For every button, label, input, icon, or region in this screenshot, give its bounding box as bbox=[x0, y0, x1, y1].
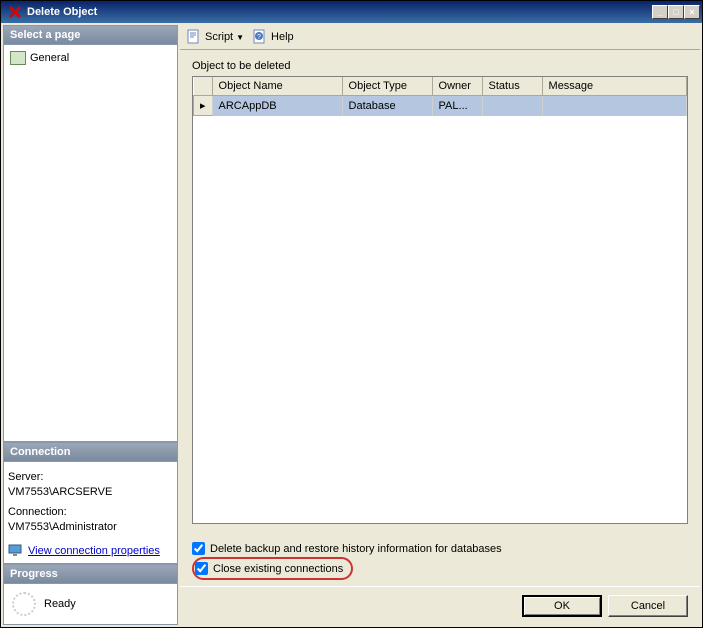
script-label: Script bbox=[205, 31, 233, 43]
maximize-button[interactable]: □ bbox=[668, 5, 684, 19]
window-title: Delete Object bbox=[27, 6, 652, 18]
col-object-name[interactable]: Object Name bbox=[212, 77, 342, 96]
help-icon: ? bbox=[252, 29, 268, 45]
row-indicator: ▸ bbox=[194, 96, 213, 116]
close-connections-label: Close existing connections bbox=[213, 563, 343, 575]
close-button[interactable]: × bbox=[684, 5, 700, 19]
object-grid[interactable]: Object Name Object Type Owner Status Mes… bbox=[192, 76, 688, 524]
progress-status: Ready bbox=[44, 598, 76, 610]
help-button[interactable]: ? Help bbox=[252, 29, 294, 45]
toolbar: Script ▼ ? Help bbox=[180, 25, 700, 50]
cell-status bbox=[482, 96, 542, 116]
col-message[interactable]: Message bbox=[542, 77, 686, 96]
cell-object-type: Database bbox=[342, 96, 432, 116]
server-value: VM7553\ARCSERVE bbox=[8, 485, 173, 500]
pages-header: Select a page bbox=[3, 25, 178, 45]
sidebar-item-general[interactable]: General bbox=[8, 49, 173, 67]
script-icon bbox=[186, 29, 202, 45]
svg-text:?: ? bbox=[257, 34, 261, 41]
cancel-button[interactable]: Cancel bbox=[608, 595, 688, 617]
link-text: View connection properties bbox=[28, 544, 160, 559]
col-object-type[interactable]: Object Type bbox=[342, 77, 432, 96]
cell-owner: PAL... bbox=[432, 96, 482, 116]
cell-message bbox=[542, 96, 686, 116]
delete-object-dialog: Delete Object _ □ × Select a page Genera… bbox=[0, 0, 703, 628]
script-button[interactable]: Script ▼ bbox=[186, 29, 244, 45]
connection-header: Connection bbox=[3, 442, 178, 462]
titlebar: Delete Object _ □ × bbox=[1, 1, 702, 23]
page-icon bbox=[10, 51, 26, 65]
monitor-icon bbox=[8, 544, 24, 558]
main-panel: Script ▼ ? Help Object to be deleted bbox=[180, 25, 700, 625]
connection-label: Connection: bbox=[8, 505, 173, 520]
highlighted-option: Close existing connections bbox=[192, 557, 353, 580]
col-owner[interactable]: Owner bbox=[432, 77, 482, 96]
sidebar: Select a page General Connection Server:… bbox=[3, 25, 178, 625]
grid-header-row: Object Name Object Type Owner Status Mes… bbox=[194, 77, 687, 96]
app-icon bbox=[7, 4, 23, 20]
server-label: Server: bbox=[8, 470, 173, 485]
help-label: Help bbox=[271, 31, 294, 43]
connection-value: VM7553\Administrator bbox=[8, 520, 173, 535]
spinner-icon bbox=[12, 592, 36, 616]
chevron-down-icon: ▼ bbox=[236, 33, 244, 42]
options-area: Delete backup and restore history inform… bbox=[180, 534, 700, 586]
col-status[interactable]: Status bbox=[482, 77, 542, 96]
button-bar: OK Cancel bbox=[180, 586, 700, 625]
ok-button[interactable]: OK bbox=[522, 595, 602, 617]
cell-object-name: ARCAppDB bbox=[212, 96, 342, 116]
table-row[interactable]: ▸ ARCAppDB Database PAL... bbox=[194, 96, 687, 116]
view-connection-properties-link[interactable]: View connection properties bbox=[8, 544, 173, 559]
progress-header: Progress bbox=[3, 564, 178, 584]
grid-label: Object to be deleted bbox=[192, 60, 688, 72]
close-connections-checkbox[interactable] bbox=[195, 562, 208, 575]
col-indicator[interactable] bbox=[194, 77, 213, 96]
delete-history-checkbox[interactable] bbox=[192, 542, 205, 555]
sidebar-item-label: General bbox=[30, 52, 69, 64]
delete-history-label: Delete backup and restore history inform… bbox=[210, 543, 502, 555]
minimize-button[interactable]: _ bbox=[652, 5, 668, 19]
